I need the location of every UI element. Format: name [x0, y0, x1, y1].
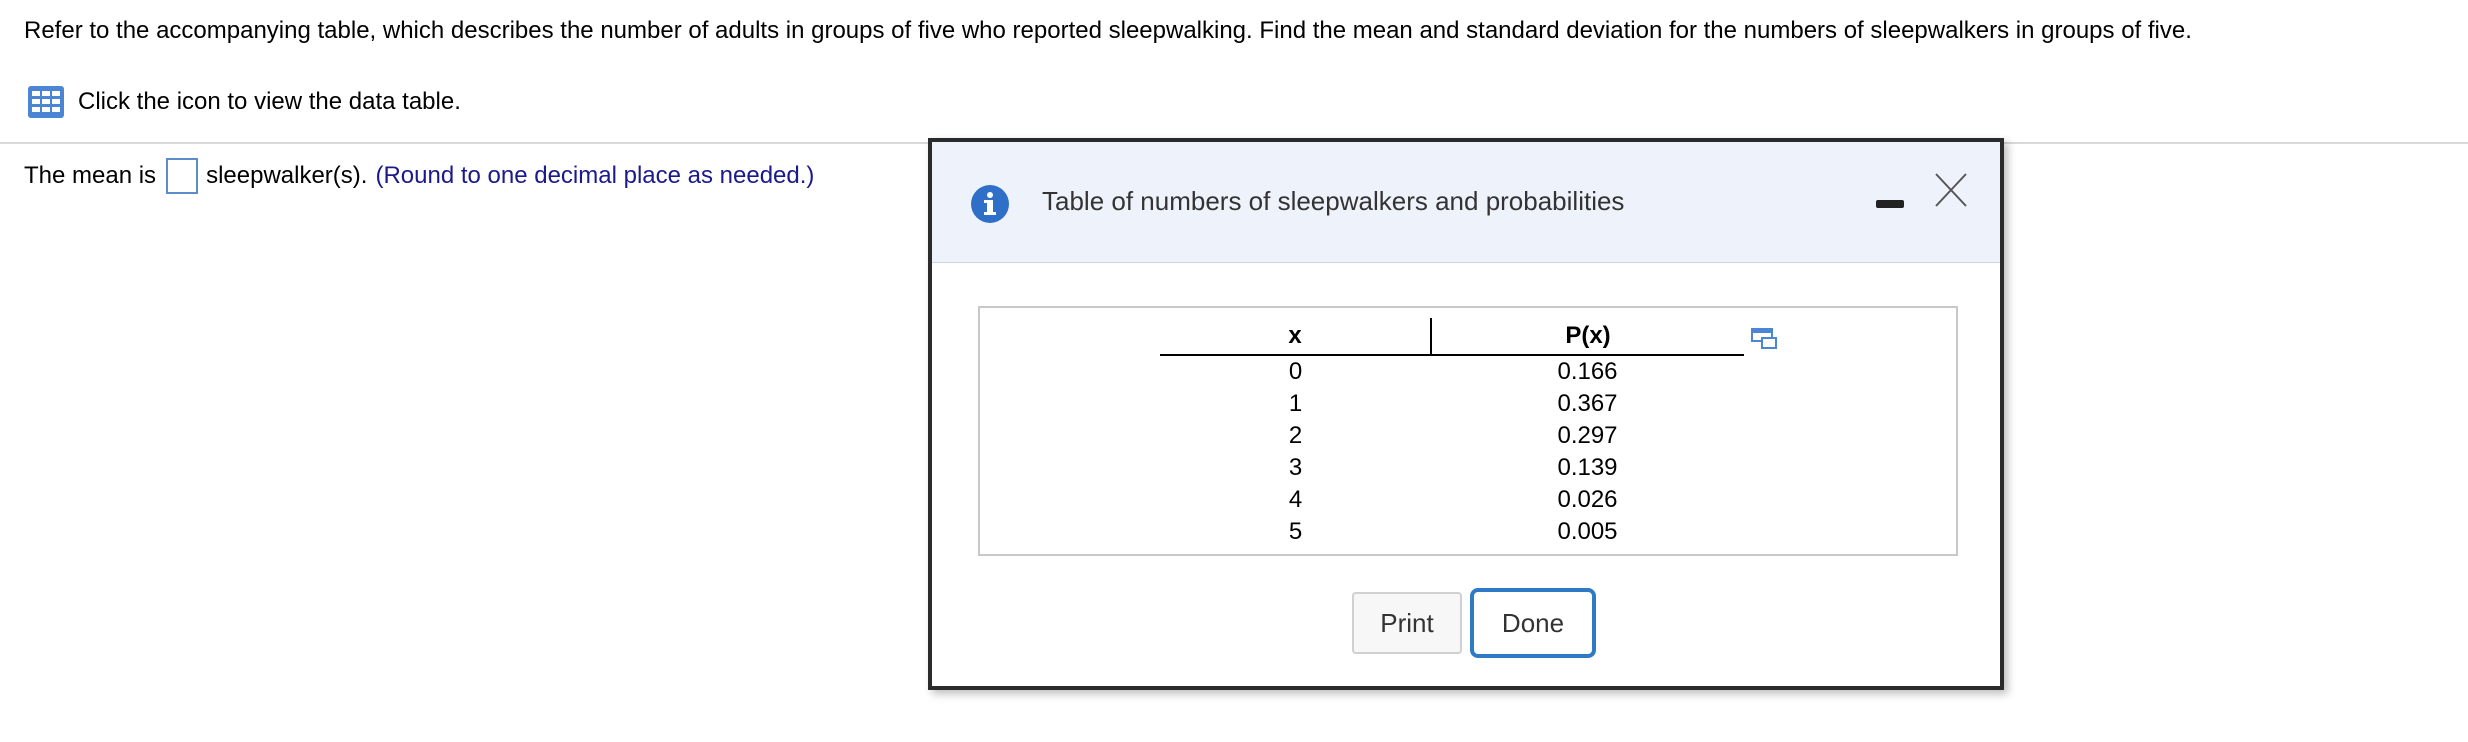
minimize-icon[interactable] — [1874, 188, 1906, 220]
rounding-hint: (Round to one decimal place as needed.) — [375, 162, 815, 189]
close-icon[interactable] — [1930, 170, 1970, 210]
cell-px: 0.166 — [1557, 358, 1618, 385]
data-table-icon[interactable] — [28, 86, 64, 118]
cell-x: 0 — [1288, 358, 1303, 385]
mean-answer-input[interactable] — [166, 158, 199, 194]
popout-icon[interactable] — [1750, 326, 1778, 350]
table-row: 3 0.139 — [1160, 452, 1744, 484]
question-text: Refer to the accompanying table, which d… — [24, 17, 2192, 44]
table-row: 2 0.297 — [1160, 420, 1744, 452]
table-row: 0 0.166 — [1160, 355, 1744, 388]
cell-px: 0.139 — [1557, 454, 1618, 481]
table-row: 1 0.367 — [1160, 388, 1744, 420]
data-link-label: Click the icon to view the data table. — [78, 88, 461, 115]
answer-prefix: The mean is — [24, 162, 157, 189]
cell-x: 1 — [1288, 390, 1303, 417]
column-header-px: P(x) — [1431, 318, 1744, 356]
view-data-table-link[interactable]: Click the icon to view the data table. — [28, 84, 461, 120]
table-row: 5 0.005 — [1160, 516, 1744, 548]
dialog-header: Table of numbers of sleepwalkers and pro… — [932, 142, 2000, 263]
data-table-dialog: Table of numbers of sleepwalkers and pro… — [928, 138, 2004, 690]
print-button[interactable]: Print — [1352, 592, 1462, 654]
probability-table: x P(x) 0 0.166 1 0.367 2 0.297 3 0.139 4… — [1160, 318, 1744, 548]
cell-x: 2 — [1288, 422, 1303, 449]
answer-line: The mean is sleepwalker(s). (Round to on… — [24, 158, 814, 194]
dialog-title: Table of numbers of sleepwalkers and pro… — [1042, 186, 1625, 216]
cell-px: 0.297 — [1557, 422, 1618, 449]
cell-px: 0.026 — [1557, 486, 1618, 513]
cell-px: 0.367 — [1557, 390, 1618, 417]
table-row: 4 0.026 — [1160, 484, 1744, 516]
table-frame: x P(x) 0 0.166 1 0.367 2 0.297 3 0.139 4… — [978, 306, 1958, 556]
done-button[interactable]: Done — [1470, 588, 1596, 658]
cell-x: 5 — [1288, 518, 1303, 545]
cell-px: 0.005 — [1557, 518, 1618, 545]
cell-x: 3 — [1288, 454, 1303, 481]
column-header-x: x — [1160, 318, 1432, 356]
answer-suffix: sleepwalker(s). — [206, 162, 368, 189]
info-icon — [971, 185, 1009, 223]
cell-x: 4 — [1288, 486, 1303, 513]
